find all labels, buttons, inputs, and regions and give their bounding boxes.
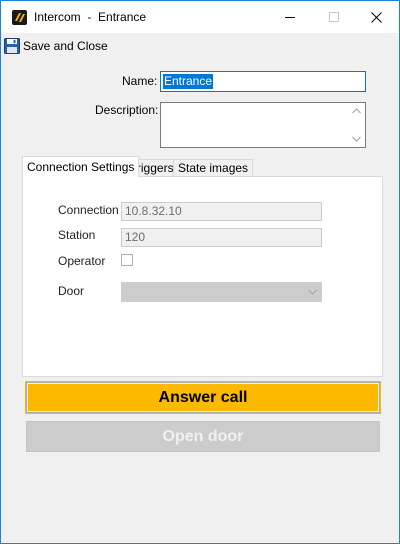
connection-field: 10.8.32.10 [121,202,322,221]
door-select[interactable] [121,282,322,302]
tab-connection-settings-label: Connection Settings [27,160,135,174]
name-label: Name: [122,74,158,88]
tab-state-images-label: State images [178,161,249,175]
scroll-down-icon[interactable] [352,136,361,142]
name-input[interactable]: Entrance [160,71,366,92]
station-value: 120 [125,230,146,244]
description-input[interactable] [160,102,366,148]
intercom-window: Intercom - Entrance Save and Close Name:… [0,0,400,544]
connection-value: 10.8.32.10 [125,204,182,218]
open-door-button: Open door [26,421,380,452]
toolbar: Save and Close [1,33,399,59]
title-bar[interactable]: Intercom - Entrance [1,1,399,33]
station-field: 120 [121,228,322,247]
maximize-icon [329,12,339,22]
app-icon [12,10,27,25]
window-title: Intercom - Entrance [34,10,147,24]
minimize-button[interactable] [267,1,313,33]
description-scrollbar[interactable] [348,103,365,147]
name-value: Entrance [163,74,214,89]
save-and-close-label: Save and Close [23,39,108,53]
operator-checkbox[interactable] [121,254,133,266]
station-label: Station [58,228,96,242]
save-and-close-button[interactable]: Save and Close [4,37,108,55]
door-label: Door [58,284,85,298]
minimize-icon [285,17,295,18]
open-door-label: Open door [162,427,244,445]
scroll-up-icon[interactable] [352,108,361,114]
tab-state-images[interactable]: State images [173,159,254,177]
answer-call-button[interactable]: Answer call [25,381,381,414]
tab-connection-settings[interactable]: Connection Settings [22,156,140,177]
maximize-button [311,1,357,33]
operator-label: Operator [58,254,106,268]
description-label: Description: [95,103,159,117]
floppy-disk-icon [4,38,20,54]
answer-call-label: Answer call [158,388,248,406]
close-icon [370,11,382,23]
connection-label: Connection [58,203,119,217]
close-button[interactable] [353,1,399,33]
chevron-down-icon [308,289,317,295]
